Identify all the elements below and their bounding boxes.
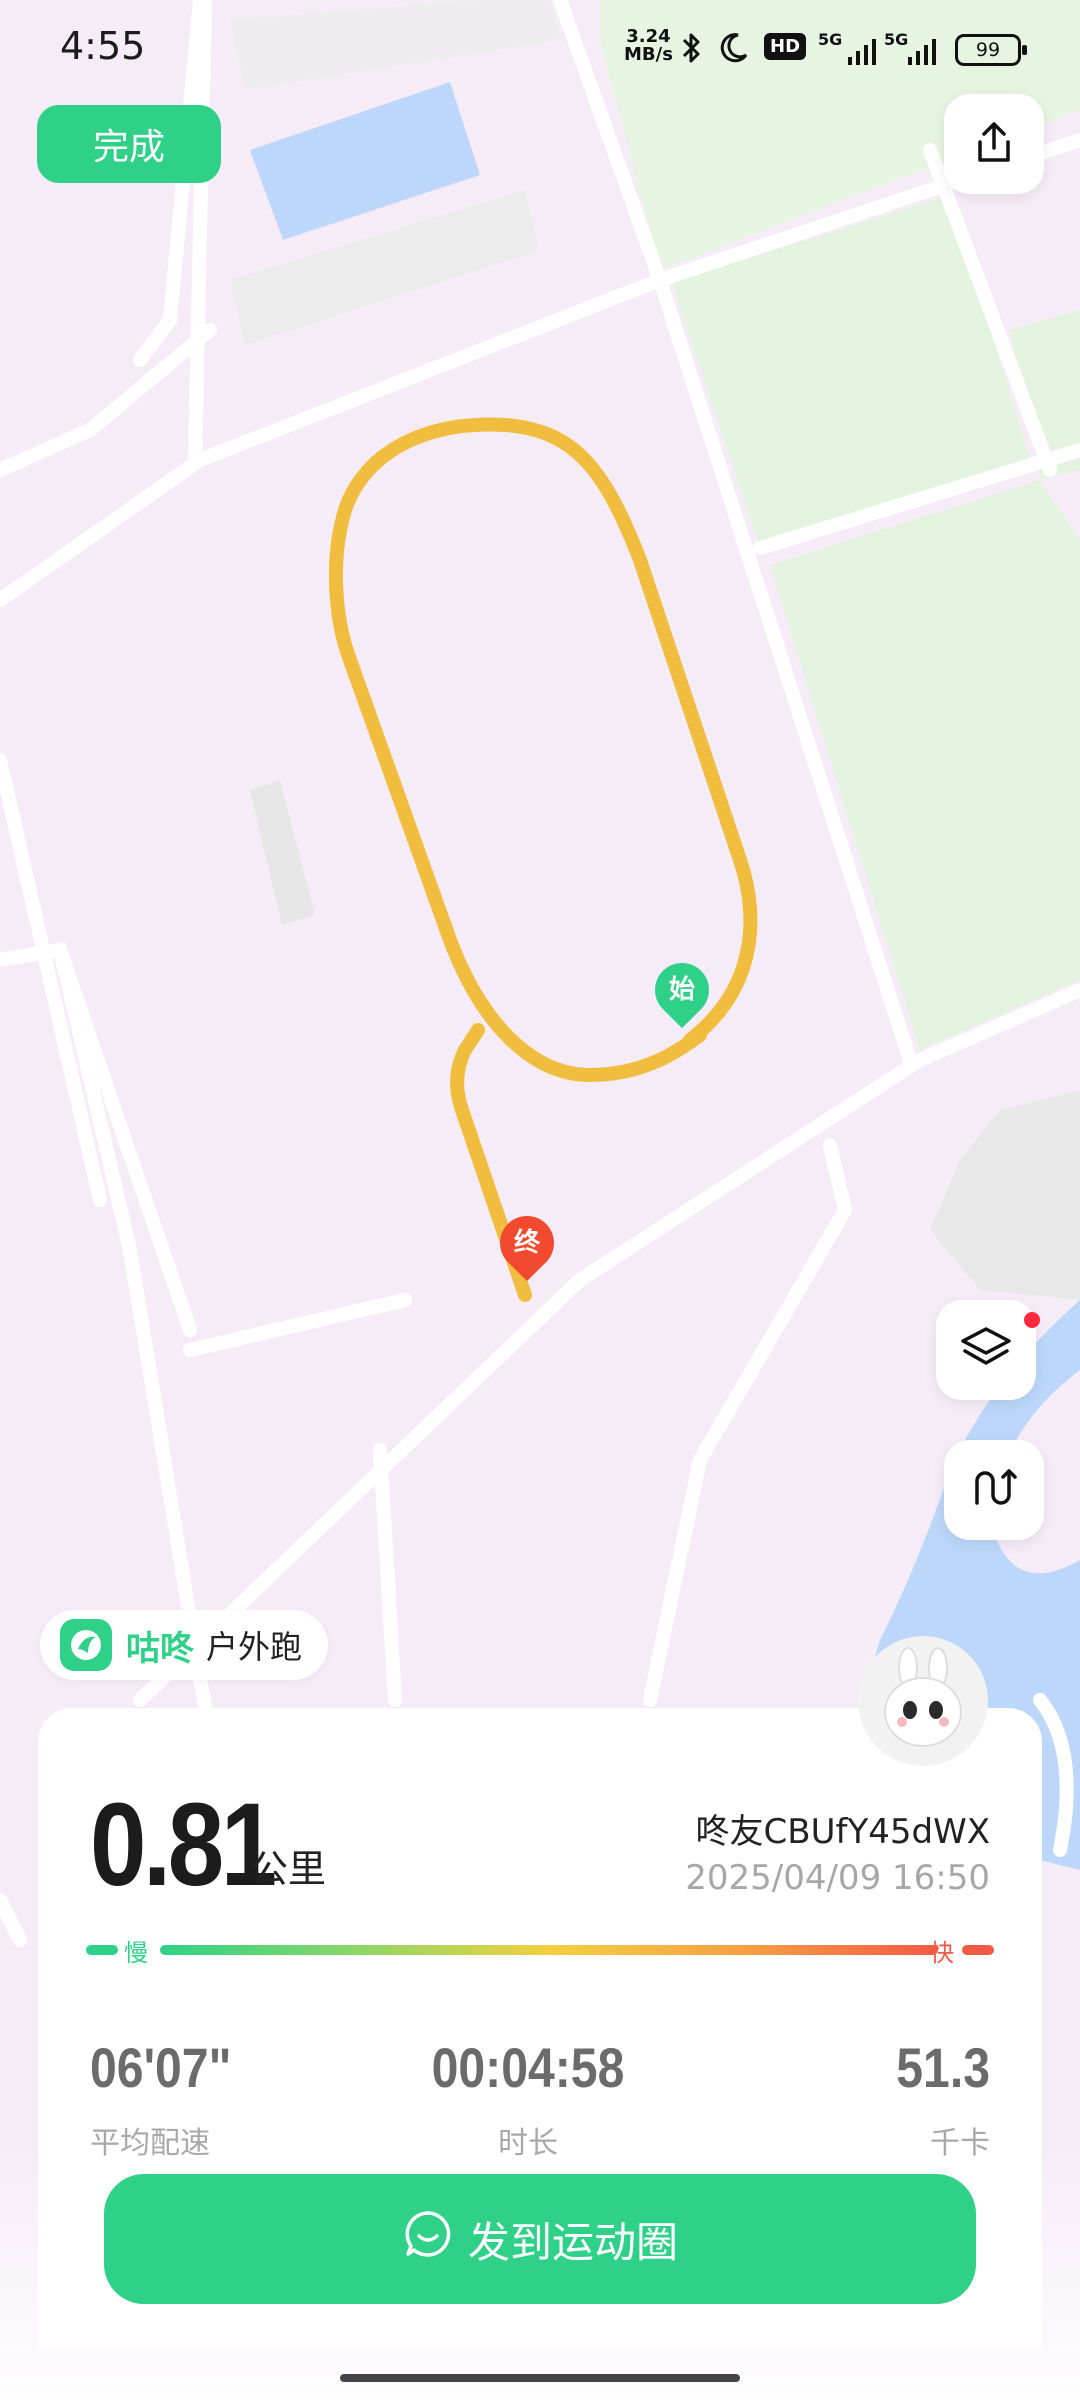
signal-icon bbox=[846, 32, 878, 72]
start-marker: 始 bbox=[643, 951, 721, 1029]
share-button[interactable] bbox=[944, 94, 1044, 194]
layers-icon bbox=[959, 1323, 1013, 1377]
start-marker-label: 始 bbox=[668, 975, 695, 1005]
pace-fast-label: 快 bbox=[930, 1939, 954, 1967]
done-button[interactable]: 完成 bbox=[37, 105, 221, 183]
home-indicator[interactable] bbox=[340, 2374, 740, 2382]
pace-legend: 慢 快 bbox=[86, 1933, 994, 1967]
activity-type: 户外跑 bbox=[206, 1628, 303, 1666]
net-speed-unit: MB/s bbox=[624, 44, 673, 65]
end-marker: 终 bbox=[488, 1204, 566, 1282]
pace-gradient bbox=[160, 1945, 938, 1955]
mascot-avatar bbox=[858, 1636, 988, 1766]
stat-calories: 51.3 千卡 bbox=[881, 2040, 990, 2162]
route-toggle-button[interactable] bbox=[944, 1440, 1044, 1540]
pace-slow-label: 慢 bbox=[124, 1939, 148, 1967]
moon-icon bbox=[716, 28, 750, 68]
chat-bubble-icon bbox=[402, 2208, 468, 2270]
bluetooth-icon bbox=[680, 28, 704, 68]
signal-icon-2 bbox=[906, 32, 938, 72]
stat-duration: 00:04:58 时长 bbox=[298, 2040, 758, 2162]
status-time: 4:55 bbox=[60, 24, 146, 68]
distance-value: 0.81 bbox=[90, 1779, 277, 1911]
post-to-moments-button[interactable]: 发到运动圈 bbox=[104, 2174, 976, 2304]
map-layers-button[interactable] bbox=[936, 1300, 1036, 1400]
post-button-label: 发到运动圈 bbox=[467, 2217, 678, 2267]
signal-label-1: 5G bbox=[818, 30, 843, 49]
pace-fast-dash bbox=[962, 1945, 994, 1955]
workout-datetime: 2025/04/09 16:50 bbox=[685, 1858, 990, 1898]
pace-slow-dash bbox=[86, 1945, 118, 1955]
codoon-logo-icon bbox=[60, 1619, 112, 1671]
stat-value: 00:04:58 bbox=[431, 2036, 625, 2099]
status-bar: 4:55 3.24 MB/s HD 5G 5G 99 bbox=[0, 0, 1080, 100]
notification-dot bbox=[1024, 1312, 1040, 1328]
battery-icon: 99 bbox=[955, 34, 1027, 66]
user-name: 咚友CBUfY45dWX bbox=[695, 1812, 990, 1852]
app-brand-chip: 咕咚 户外跑 bbox=[40, 1610, 329, 1680]
distance-unit: 公里 bbox=[250, 1847, 327, 1891]
end-marker-label: 终 bbox=[513, 1228, 540, 1258]
stat-value: 06'07" bbox=[90, 2036, 232, 2099]
hd-icon: HD bbox=[764, 33, 807, 60]
net-speed: 3.24 MB/s bbox=[624, 28, 673, 64]
brand-name: 咕咚 bbox=[126, 1628, 194, 1669]
route-toggle-icon bbox=[969, 1463, 1019, 1517]
stat-value: 51.3 bbox=[896, 2036, 990, 2099]
share-icon bbox=[970, 118, 1018, 170]
stat-avg-pace: 06'07" 平均配速 bbox=[90, 2040, 254, 2162]
signal-label-2: 5G bbox=[884, 30, 909, 49]
